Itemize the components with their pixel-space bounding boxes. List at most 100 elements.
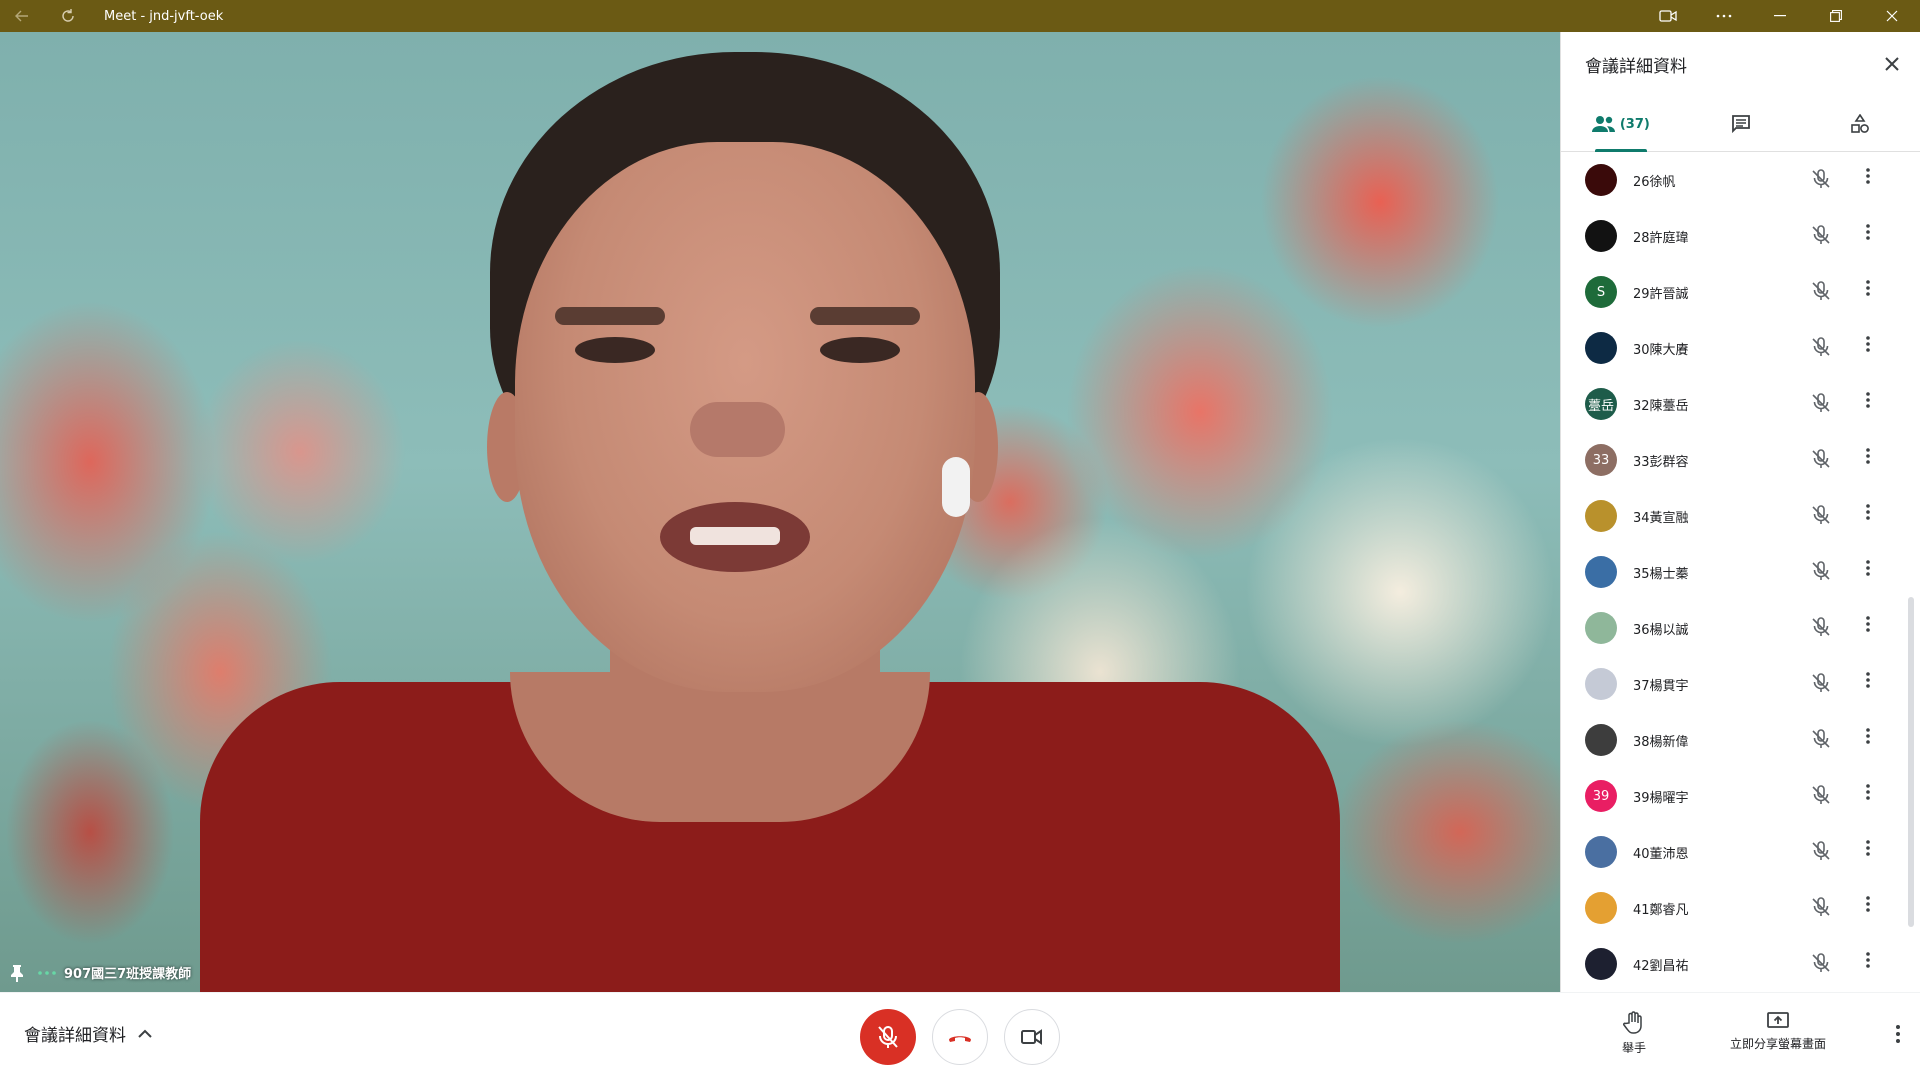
- participant-row[interactable]: 33 33彭群容: [1561, 432, 1920, 488]
- avatar: [1585, 836, 1617, 868]
- more-vert-icon[interactable]: [1856, 672, 1880, 696]
- mic-off-icon[interactable]: [1810, 448, 1834, 472]
- more-vert-icon[interactable]: [1856, 616, 1880, 640]
- avatar: [1585, 724, 1617, 756]
- participant-row[interactable]: S 29許晉誠: [1561, 264, 1920, 320]
- participant-name: 28許庭瑋: [1633, 230, 1689, 246]
- back-arrow-icon[interactable]: [6, 0, 38, 32]
- more-vert-icon[interactable]: [1856, 560, 1880, 584]
- mic-off-icon[interactable]: [1810, 224, 1834, 248]
- avatar: [1585, 668, 1617, 700]
- tab-people[interactable]: (37): [1561, 96, 1681, 152]
- mic-off-icon[interactable]: [1810, 952, 1834, 976]
- mic-off-icon[interactable]: [1810, 672, 1834, 696]
- participant-row[interactable]: 39 39楊曜宇: [1561, 768, 1920, 824]
- participant-row[interactable]: 38楊新偉: [1561, 712, 1920, 768]
- more-vert-icon[interactable]: [1856, 840, 1880, 864]
- people-icon: [1591, 115, 1616, 133]
- panel-scrollbar[interactable]: [1908, 597, 1914, 927]
- avatar: [1585, 612, 1617, 644]
- more-vert-icon[interactable]: [1856, 784, 1880, 808]
- panel-header: 會議詳細資料: [1561, 32, 1920, 96]
- avatar: [1585, 892, 1617, 924]
- meeting-details-panel: 會議詳細資料 (37) 26徐帆 28許庭瑋 S 29許晉誠 30陳大賡 薹岳 32陳薹岳 3…: [1560, 32, 1920, 992]
- people-count: (37): [1619, 116, 1650, 132]
- participant-name: 29許晉誠: [1633, 286, 1689, 302]
- shapes-icon: [1850, 114, 1870, 134]
- mic-off-icon[interactable]: [1810, 896, 1834, 920]
- more-horiz-icon[interactable]: [38, 970, 56, 975]
- participant-row[interactable]: 40董沛恩: [1561, 824, 1920, 880]
- mic-off-icon[interactable]: [1810, 392, 1834, 416]
- leave-call-button[interactable]: [932, 1009, 988, 1065]
- more-horiz-icon[interactable]: [1696, 0, 1752, 32]
- speaker-name: 907國三7班授課教師: [64, 967, 192, 982]
- speaker-video-brow: [810, 307, 920, 325]
- video-camera-icon[interactable]: [1640, 0, 1696, 32]
- refresh-icon[interactable]: [52, 0, 84, 32]
- participant-row[interactable]: 34黃宣融: [1561, 488, 1920, 544]
- speaker-video-brow: [555, 307, 665, 325]
- more-vert-icon[interactable]: [1856, 392, 1880, 416]
- participant-row[interactable]: 薹岳 32陳薹岳: [1561, 376, 1920, 432]
- participant-name: 36楊以誠: [1633, 622, 1689, 638]
- mic-off-icon[interactable]: [1810, 784, 1834, 808]
- mic-off-icon[interactable]: [1810, 560, 1834, 584]
- participant-row[interactable]: 26徐帆: [1561, 152, 1920, 208]
- more-vert-icon[interactable]: [1856, 168, 1880, 192]
- participant-name: 35楊士蓁: [1633, 566, 1689, 582]
- restore-icon[interactable]: [1808, 0, 1864, 32]
- avatar: 33: [1585, 444, 1617, 476]
- chevron-up-icon: [138, 1029, 152, 1038]
- participant-row[interactable]: 28許庭瑋: [1561, 208, 1920, 264]
- participant-row[interactable]: 36楊以誠: [1561, 600, 1920, 656]
- more-vert-icon[interactable]: [1856, 448, 1880, 472]
- close-icon[interactable]: [1878, 50, 1906, 78]
- mic-off-icon[interactable]: [1810, 504, 1834, 528]
- more-vert-icon[interactable]: [1856, 224, 1880, 248]
- participant-row[interactable]: 35楊士蓁: [1561, 544, 1920, 600]
- mic-toggle-button[interactable]: [860, 1009, 916, 1065]
- more-vert-icon[interactable]: [1856, 504, 1880, 528]
- more-vert-icon[interactable]: [1896, 1025, 1900, 1047]
- bottom-control-bar: 會議詳細資料 舉手 立即分享螢幕畫面: [0, 992, 1920, 1080]
- participant-name: 42劉昌祐: [1633, 958, 1689, 974]
- mic-off-icon[interactable]: [1810, 280, 1834, 304]
- more-vert-icon[interactable]: [1856, 896, 1880, 920]
- more-vert-icon[interactable]: [1856, 952, 1880, 976]
- speaker-video-eye: [820, 337, 900, 363]
- participant-row[interactable]: 37楊貫宇: [1561, 656, 1920, 712]
- raise-hand-label: 舉手: [1622, 1041, 1647, 1055]
- avatar: [1585, 556, 1617, 588]
- meeting-details-button[interactable]: 會議詳細資料: [24, 1021, 152, 1046]
- raise-hand-icon: [1623, 1011, 1645, 1035]
- tab-chat[interactable]: [1681, 96, 1801, 152]
- more-vert-icon[interactable]: [1856, 728, 1880, 752]
- participant-row[interactable]: 30陳大賡: [1561, 320, 1920, 376]
- mic-off-icon[interactable]: [1810, 336, 1834, 360]
- mic-off-icon[interactable]: [1810, 616, 1834, 640]
- mic-off-icon[interactable]: [1810, 168, 1834, 192]
- participant-name: 39楊曜宇: [1633, 790, 1689, 806]
- mic-off-icon: [877, 1025, 899, 1049]
- minimize-icon[interactable]: [1752, 0, 1808, 32]
- close-window-icon[interactable]: [1864, 0, 1920, 32]
- video-camera-icon: [1021, 1029, 1043, 1045]
- camera-toggle-button[interactable]: [1004, 1009, 1060, 1065]
- speaker-video-eye: [575, 337, 655, 363]
- participant-name: 30陳大賡: [1633, 342, 1689, 358]
- raise-hand-button[interactable]: 舉手: [1622, 1011, 1646, 1056]
- mic-off-icon[interactable]: [1810, 728, 1834, 752]
- participant-row[interactable]: 42劉昌祐: [1561, 936, 1920, 992]
- more-vert-icon[interactable]: [1856, 336, 1880, 360]
- more-vert-icon[interactable]: [1856, 280, 1880, 304]
- present-screen-icon: [1766, 1011, 1790, 1031]
- mic-off-icon[interactable]: [1810, 840, 1834, 864]
- pin-icon[interactable]: [10, 964, 24, 982]
- tab-activities[interactable]: [1800, 96, 1920, 152]
- participant-row[interactable]: 41鄭睿凡: [1561, 880, 1920, 936]
- present-now-button[interactable]: 立即分享螢幕畫面: [1730, 1011, 1826, 1052]
- window-titlebar: Meet - jnd-jvft-oek: [0, 0, 1920, 32]
- avatar: 39: [1585, 780, 1617, 812]
- hangup-icon: [947, 1031, 973, 1043]
